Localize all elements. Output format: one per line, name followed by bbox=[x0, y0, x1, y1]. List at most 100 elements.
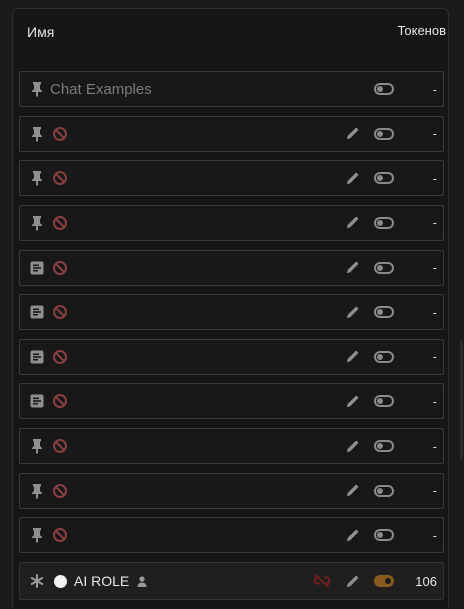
note-icon[interactable] bbox=[28, 251, 46, 285]
blocked-circle bbox=[53, 126, 67, 141]
prompt-name[interactable]: AI ROLE bbox=[74, 563, 129, 599]
note-icon[interactable] bbox=[28, 340, 46, 374]
pin-icon[interactable] bbox=[28, 117, 46, 151]
blocked-icon bbox=[52, 429, 68, 463]
scrollbar[interactable] bbox=[460, 340, 463, 460]
toggle-switch[interactable] bbox=[372, 72, 396, 106]
token-count: - bbox=[432, 483, 437, 499]
toggle-icon bbox=[374, 529, 394, 542]
pencil-icon[interactable] bbox=[344, 251, 360, 285]
prompt-row[interactable]: - bbox=[19, 115, 444, 152]
pin-icon[interactable] bbox=[28, 161, 46, 195]
toggle-icon bbox=[374, 172, 394, 185]
token-count: - bbox=[432, 215, 437, 231]
toggle-icon bbox=[374, 350, 394, 363]
toggle-switch[interactable] bbox=[372, 340, 396, 374]
toggle-icon bbox=[374, 484, 394, 497]
blocked-icon bbox=[52, 340, 68, 374]
pencil-icon[interactable] bbox=[344, 563, 360, 599]
pencil-icon[interactable] bbox=[344, 117, 360, 151]
blocked-icon bbox=[52, 251, 68, 285]
pencil-icon[interactable] bbox=[344, 474, 360, 508]
blocked-circle bbox=[53, 171, 67, 186]
token-count: - bbox=[432, 304, 437, 320]
toggle-switch[interactable] bbox=[372, 384, 396, 418]
token-count: - bbox=[432, 349, 437, 365]
blocked-icon bbox=[52, 518, 68, 552]
toggle-icon bbox=[374, 575, 394, 588]
prompt-row[interactable]: - bbox=[19, 249, 444, 286]
blocked-icon bbox=[52, 295, 68, 329]
toggle-switch[interactable] bbox=[372, 474, 396, 508]
pin-icon[interactable] bbox=[28, 429, 46, 463]
prompt-row[interactable]: - bbox=[19, 428, 444, 465]
blocked-circle bbox=[53, 394, 67, 409]
blocked-circle bbox=[53, 260, 67, 275]
toggle-icon bbox=[374, 127, 394, 140]
blocked-icon bbox=[52, 206, 68, 240]
toggle-switch[interactable] bbox=[372, 295, 396, 329]
prompt-row[interactable]: Chat Examples - bbox=[19, 71, 444, 107]
prompt-row[interactable]: - bbox=[19, 294, 444, 331]
pencil-icon[interactable] bbox=[344, 340, 360, 374]
toggle-switch[interactable] bbox=[372, 206, 396, 240]
token-count: - bbox=[432, 438, 437, 454]
white-circle-icon bbox=[53, 574, 67, 588]
prompt-row[interactable]: - bbox=[19, 472, 444, 509]
pencil-icon[interactable] bbox=[344, 206, 360, 240]
prompt-row[interactable]: - bbox=[19, 160, 444, 197]
blocked-circle bbox=[53, 305, 67, 320]
toggle-icon bbox=[374, 261, 394, 274]
blocked-circle bbox=[53, 528, 67, 543]
toggle-switch[interactable] bbox=[372, 161, 396, 195]
prompt-row[interactable]: - bbox=[19, 517, 444, 554]
token-count: - bbox=[432, 393, 437, 409]
note-icon[interactable] bbox=[28, 384, 46, 418]
blocked-icon bbox=[52, 161, 68, 195]
toggle-icon bbox=[374, 440, 394, 453]
pencil-icon[interactable] bbox=[344, 518, 360, 552]
token-count: - bbox=[432, 527, 437, 543]
pencil-icon[interactable] bbox=[344, 161, 360, 195]
person-icon bbox=[137, 563, 147, 599]
blocked-circle bbox=[53, 439, 67, 454]
prompt-row[interactable]: - bbox=[19, 383, 444, 420]
toggle-icon bbox=[374, 83, 394, 95]
blocked-icon bbox=[52, 474, 68, 508]
token-count: - bbox=[432, 126, 437, 142]
status-dot bbox=[52, 563, 68, 599]
broken-link-icon[interactable] bbox=[313, 563, 331, 599]
name-column-header: Имя bbox=[27, 24, 55, 40]
prompt-row[interactable]: - bbox=[19, 338, 444, 375]
prompt-row[interactable]: - bbox=[19, 204, 444, 241]
toggle-switch[interactable] bbox=[372, 251, 396, 285]
token-count: - bbox=[432, 170, 437, 186]
blocked-circle bbox=[53, 215, 67, 230]
toggle-switch[interactable] bbox=[372, 117, 396, 151]
blocked-icon bbox=[52, 117, 68, 151]
pin-icon[interactable] bbox=[28, 474, 46, 508]
toggle-icon bbox=[374, 216, 394, 229]
pencil-icon[interactable] bbox=[344, 384, 360, 418]
blocked-icon bbox=[52, 384, 68, 418]
list-header: Имя Токенов bbox=[13, 9, 448, 53]
toggle-switch[interactable] bbox=[372, 563, 396, 599]
prompt-list: Chat Examples - - - - - - - - - - - AI ROLE 106 bbox=[19, 71, 444, 609]
toggle-icon bbox=[374, 395, 394, 408]
pencil-icon[interactable] bbox=[344, 429, 360, 463]
toggle-icon bbox=[374, 306, 394, 319]
note-icon[interactable] bbox=[28, 295, 46, 329]
pin-icon[interactable] bbox=[28, 72, 46, 106]
pin-icon[interactable] bbox=[28, 206, 46, 240]
prompt-manager-panel: Имя Токенов Chat Examples - - - - - - - - - - - AI R… bbox=[12, 8, 449, 608]
token-count: 106 bbox=[415, 573, 437, 589]
tokens-column-header: Токенов bbox=[397, 23, 446, 38]
token-count: - bbox=[432, 81, 437, 97]
prompt-row-ai-role[interactable]: AI ROLE 106 bbox=[19, 562, 444, 601]
toggle-switch[interactable] bbox=[372, 518, 396, 552]
pin-icon[interactable] bbox=[28, 518, 46, 552]
toggle-switch[interactable] bbox=[372, 429, 396, 463]
token-count: - bbox=[432, 260, 437, 276]
pencil-icon[interactable] bbox=[344, 295, 360, 329]
prompt-name[interactable]: Chat Examples bbox=[50, 72, 152, 106]
